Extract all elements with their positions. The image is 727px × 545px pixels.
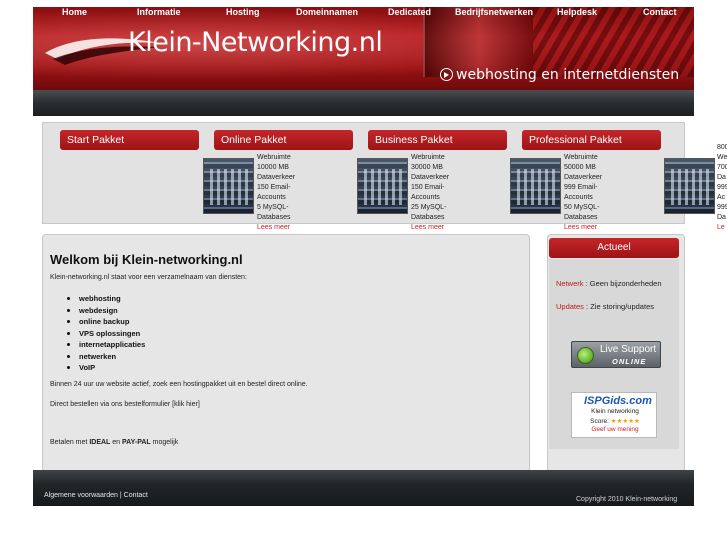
footer-links[interactable]: Algemene voorwaarden | Contact xyxy=(44,492,148,499)
ispgids-score: Score: ★★★★★ xyxy=(572,417,658,425)
nav-bedrijfsnetwerken[interactable]: Bedrijfsnetwerken xyxy=(455,7,533,17)
list-item: netwerken xyxy=(67,351,145,363)
arrow-circle-icon xyxy=(440,68,453,81)
spec-line: Da xyxy=(717,174,726,181)
payment-text: Betalen met IDEAL en PAY-PAL mogelijk xyxy=(50,439,178,446)
spec-line: Ac xyxy=(717,194,726,201)
ispgids-badge[interactable]: ISPGids.com Klein networking Score: ★★★★… xyxy=(571,392,657,438)
star-rating-icon: ★★★★★ xyxy=(610,418,640,425)
nav-contact[interactable]: Contact xyxy=(643,7,677,17)
nav-home[interactable]: Home xyxy=(62,7,87,17)
live-support-status: ONLINE xyxy=(612,357,647,366)
list-item: VoIP xyxy=(67,362,145,374)
payment-suffix: mogelijk xyxy=(152,439,179,446)
spec-line: 30000 MB xyxy=(411,164,443,171)
spec-line: Databases xyxy=(411,214,445,221)
package-specs-business: Webruimte 30000 MB Dataverkeer 150 Email… xyxy=(411,153,461,233)
payment-paypal: PAY-PAL xyxy=(122,439,151,446)
list-item: webhosting xyxy=(67,293,145,305)
updates-label: Updates xyxy=(556,302,584,311)
spec-line: 150 Email- xyxy=(411,184,445,191)
payment-ideal: IDEAL xyxy=(89,439,111,446)
ispgids-logo: ISPGids.com xyxy=(584,395,652,407)
package-specs-professional: Webruimte 50000 MB Dataverkeer 999 Email… xyxy=(564,153,614,233)
updates-value: : Zie storing/updates xyxy=(586,302,654,311)
spec-line: 50 MySQL- xyxy=(564,204,600,211)
services-list: webhosting webdesign online backup VPS o… xyxy=(67,293,145,374)
read-more-link[interactable]: Le xyxy=(717,223,727,233)
spec-line: Dataverkeer xyxy=(411,174,450,181)
spec-line: Databases xyxy=(564,214,598,221)
sidebar-title: Actueel xyxy=(549,238,679,258)
package-title-online[interactable]: Online Pakket xyxy=(214,130,353,150)
live-support-icon xyxy=(577,347,594,364)
nav-dedicated[interactable]: Dedicated xyxy=(388,7,431,17)
read-more-link[interactable]: Lees meer xyxy=(257,223,307,233)
ispgids-review-link[interactable]: Geef uw mening xyxy=(572,426,658,433)
nav-hosting[interactable]: Hosting xyxy=(226,7,260,17)
spec-line: 50000 MB xyxy=(564,164,596,171)
network-status[interactable]: Netwerk : Geen bijzonderheden xyxy=(556,279,662,288)
server-rack-image xyxy=(510,158,561,214)
read-more-link[interactable]: Lees meer xyxy=(411,223,461,233)
spec-line: 25 MySQL- xyxy=(411,204,447,211)
activation-text: Binnen 24 uur uw website actief, zoek ee… xyxy=(50,381,308,388)
spec-line: We xyxy=(717,154,727,161)
live-support-button[interactable]: Live Support ONLINE xyxy=(571,341,661,368)
spec-line: 700 xyxy=(717,164,727,171)
spec-line: Webruimte xyxy=(257,154,291,161)
payment-and: en xyxy=(112,439,121,446)
list-item: online backup xyxy=(67,316,145,328)
site-brand[interactable]: Klein-Networking.nl xyxy=(128,27,383,58)
tagline-text: webhosting en internetdiensten xyxy=(456,67,680,83)
spec-line: Da xyxy=(717,214,726,221)
updates-status[interactable]: Updates : Zie storing/updates xyxy=(556,302,654,311)
server-rack-image xyxy=(664,158,715,214)
package-title-professional[interactable]: Professional Pakket xyxy=(522,130,661,150)
package-title-start[interactable]: Start Pakket xyxy=(60,130,199,150)
network-value: : Geen bijzonderheden xyxy=(585,279,662,288)
package-specs-online: Webruimte 10000 MB Dataverkeer 150 Email… xyxy=(257,153,307,233)
list-item: internetapplicaties xyxy=(67,339,145,351)
payment-prefix: Betalen met xyxy=(50,439,88,446)
nav-helpdesk[interactable]: Helpdesk xyxy=(557,7,597,17)
server-rack-image xyxy=(203,158,254,214)
server-rack-image xyxy=(357,158,408,214)
main-nav xyxy=(33,90,694,116)
spec-line: 999 xyxy=(717,184,727,191)
nav-informatie[interactable]: Informatie xyxy=(137,7,181,17)
live-support-label: Live Support xyxy=(600,344,657,355)
spec-line: 800 xyxy=(717,144,727,151)
package-specs-partial: 800 We 700 Da 999 Ac 999 Da Le xyxy=(717,143,727,233)
order-form-link[interactable]: Direct bestellen via ons bestelformulier… xyxy=(50,401,200,408)
spec-line: Dataverkeer xyxy=(564,174,603,181)
spec-line: Databases xyxy=(257,214,291,221)
intro-text: Klein-networking.nl staat voor een verza… xyxy=(50,274,247,281)
ispgids-score-label: Score: xyxy=(590,418,609,425)
spec-line: 999 xyxy=(717,204,727,211)
spec-line: 150 Email- xyxy=(257,184,291,191)
spec-line: Accounts xyxy=(257,194,286,201)
read-more-link[interactable]: Lees meer xyxy=(564,223,614,233)
spec-line: Accounts xyxy=(564,194,593,201)
spec-line: 999 Email- xyxy=(564,184,598,191)
spec-line: Webruimte xyxy=(411,154,445,161)
spec-line: 5 MySQL- xyxy=(257,204,289,211)
spec-line: Dataverkeer xyxy=(257,174,296,181)
list-item: webdesign xyxy=(67,305,145,317)
site-tagline: webhosting en internetdiensten xyxy=(440,66,679,83)
network-label: Netwerk xyxy=(556,279,584,288)
spec-line: 10000 MB xyxy=(257,164,289,171)
package-title-business[interactable]: Business Pakket xyxy=(368,130,507,150)
main-content: Welkom bij Klein-networking.nl Klein-net… xyxy=(42,234,530,489)
page-title: Welkom bij Klein-networking.nl xyxy=(50,252,243,267)
nav-domeinnamen[interactable]: Domeinnamen xyxy=(296,7,358,17)
spec-line: Accounts xyxy=(411,194,440,201)
list-item: VPS oplossingen xyxy=(67,328,145,340)
spec-line: Webruimte xyxy=(564,154,598,161)
ispgids-name: Klein networking xyxy=(591,408,639,415)
copyright: Copyright 2010 Klein-networking xyxy=(576,496,678,503)
